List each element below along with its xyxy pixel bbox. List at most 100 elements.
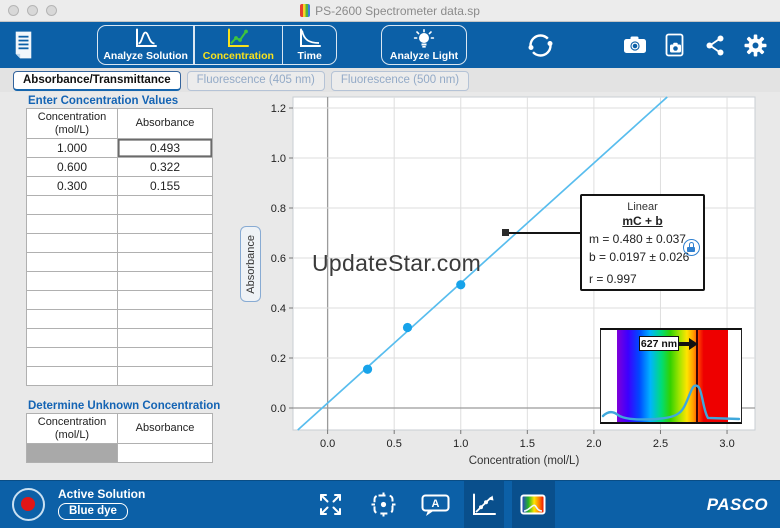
linear-fit-box[interactable]: Linear mC + b m = 0.480 ± 0.037 b = 0.01… — [580, 194, 705, 291]
annotation-icon: A — [421, 494, 451, 517]
scale-to-fit-button[interactable] — [318, 492, 343, 522]
record-dot — [21, 497, 35, 511]
time-label: Time — [298, 50, 322, 62]
value-cell[interactable]: 0.493 — [118, 139, 213, 158]
value-cell[interactable]: 1.000 — [27, 139, 118, 158]
camera-icon — [623, 35, 648, 55]
titlebar: PS-2600 Spectrometer data.sp — [0, 0, 780, 22]
enter-table-body: 1.0000.4930.6000.3220.3000.155 — [27, 139, 213, 386]
fit-box-anchor-handle[interactable] — [502, 229, 509, 236]
settings-button[interactable] — [743, 33, 768, 63]
tick-label-x: 1.5 — [520, 438, 535, 450]
y-axis-label-button[interactable]: Absorbance — [240, 226, 261, 302]
empty-cell[interactable] — [27, 367, 118, 386]
tab-bar: Absorbance/Transmittance Fluorescence (4… — [0, 68, 780, 92]
screenshot-button[interactable] — [623, 35, 648, 60]
fit-b-line: b = 0.0197 ± 0.026 — [589, 250, 696, 264]
lock-icon[interactable] — [683, 239, 700, 256]
empty-cell[interactable] — [118, 234, 213, 253]
record-button[interactable] — [12, 488, 45, 521]
main-content: Enter Concentration Values Concentration… — [0, 92, 780, 480]
tick-label-x: 2.5 — [653, 438, 668, 450]
active-solution-label: Active Solution — [58, 487, 145, 501]
value-cell[interactable]: 0.155 — [118, 177, 213, 196]
curve-fit-tool-button[interactable] — [464, 481, 504, 528]
value-cell[interactable]: 0.322 — [118, 158, 213, 177]
wavelength-arrow-head — [689, 338, 698, 350]
gear-icon — [743, 33, 768, 58]
analyze-solution-button[interactable]: Analyze Solution — [98, 26, 193, 64]
analyze-solution-icon — [134, 28, 158, 49]
empty-cell[interactable] — [118, 196, 213, 215]
concentration-table: Concentration(mol/L) Absorbance 1.0000.4… — [26, 108, 213, 386]
analyze-light-button[interactable]: Analyze Light — [381, 25, 467, 65]
pasco-logo: PASCO — [707, 495, 768, 515]
table-row — [27, 310, 213, 329]
empty-cell[interactable] — [118, 310, 213, 329]
empty-cell[interactable] — [118, 253, 213, 272]
table-row: 0.6000.322 — [27, 158, 213, 177]
tab-fluorescence-405[interactable]: Fluorescence (405 nm) — [187, 71, 325, 91]
journal-button[interactable] — [10, 30, 37, 65]
solution-selector-button[interactable]: Blue dye — [58, 503, 128, 520]
sync-icon — [527, 32, 554, 59]
empty-cell[interactable] — [27, 329, 118, 348]
svg-text:A: A — [432, 498, 440, 510]
wavelength-label: 627 nm — [639, 336, 679, 351]
table-row — [27, 253, 213, 272]
empty-cell[interactable] — [118, 272, 213, 291]
annotation-tool-button[interactable]: A — [421, 494, 451, 522]
table-row — [27, 215, 213, 234]
empty-cell[interactable] — [27, 234, 118, 253]
empty-cell[interactable] — [27, 291, 118, 310]
watermark-text: UpdateStar.com — [312, 250, 481, 277]
crosshair-tool-button[interactable] — [370, 491, 397, 523]
unknown-concentration-table: Concentration(mol/L) Absorbance — [26, 413, 213, 463]
empty-cell[interactable] — [27, 310, 118, 329]
fit-r-line: r = 0.997 — [589, 272, 696, 286]
column-header-absorbance: Absorbance — [118, 414, 213, 444]
share-button[interactable] — [704, 34, 726, 62]
scale-to-fit-icon — [318, 492, 343, 517]
analyze-light-label: Analyze Light — [390, 50, 458, 62]
empty-cell[interactable] — [27, 253, 118, 272]
fit-equation-label: mC + b — [589, 214, 696, 228]
empty-cell[interactable] — [118, 367, 213, 386]
app-window: PS-2600 Spectrometer data.sp Analyze Sol… — [0, 0, 780, 528]
spectrum-overlay-button[interactable] — [512, 481, 555, 528]
concentration-icon — [226, 28, 250, 49]
sync-sensor-button[interactable] — [527, 32, 554, 64]
app-document-icon — [300, 4, 310, 17]
tab-absorbance-transmittance[interactable]: Absorbance/Transmittance — [13, 71, 181, 91]
tab-fluorescence-500[interactable]: Fluorescence (500 nm) — [331, 71, 469, 91]
journal-snapshot-button[interactable] — [664, 33, 687, 63]
spectrum-icon — [520, 494, 546, 515]
empty-cell[interactable] — [27, 215, 118, 234]
tick-label-x: 2.0 — [586, 438, 601, 450]
empty-cell[interactable] — [27, 272, 118, 291]
table-row — [27, 272, 213, 291]
unknown-absorbance-cell[interactable] — [118, 444, 213, 463]
x-axis-label: Concentration (mol/L) — [469, 455, 580, 467]
time-button[interactable]: Time — [283, 26, 336, 64]
fit-m-line: m = 0.480 ± 0.037 — [589, 232, 696, 246]
column-header-concentration: Concentration(mol/L) — [27, 414, 118, 444]
share-icon — [704, 34, 726, 57]
empty-cell[interactable] — [118, 329, 213, 348]
empty-cell[interactable] — [118, 348, 213, 367]
data-point[interactable] — [363, 365, 372, 374]
value-cell[interactable]: 0.600 — [27, 158, 118, 177]
determine-unknown-title: Determine Unknown Concentration — [28, 400, 220, 412]
data-point[interactable] — [403, 323, 412, 332]
empty-cell[interactable] — [118, 215, 213, 234]
value-cell[interactable]: 0.300 — [27, 177, 118, 196]
empty-cell[interactable] — [27, 348, 118, 367]
empty-cell[interactable] — [118, 291, 213, 310]
tick-label-x: 3.0 — [719, 438, 734, 450]
y-axis-label: Absorbance — [245, 235, 257, 294]
unknown-concentration-cell[interactable] — [27, 444, 118, 463]
spectrum-inset[interactable]: 627 nm — [600, 328, 742, 424]
concentration-button[interactable]: Concentration — [195, 26, 282, 64]
empty-cell[interactable] — [27, 196, 118, 215]
data-point[interactable] — [456, 280, 465, 289]
